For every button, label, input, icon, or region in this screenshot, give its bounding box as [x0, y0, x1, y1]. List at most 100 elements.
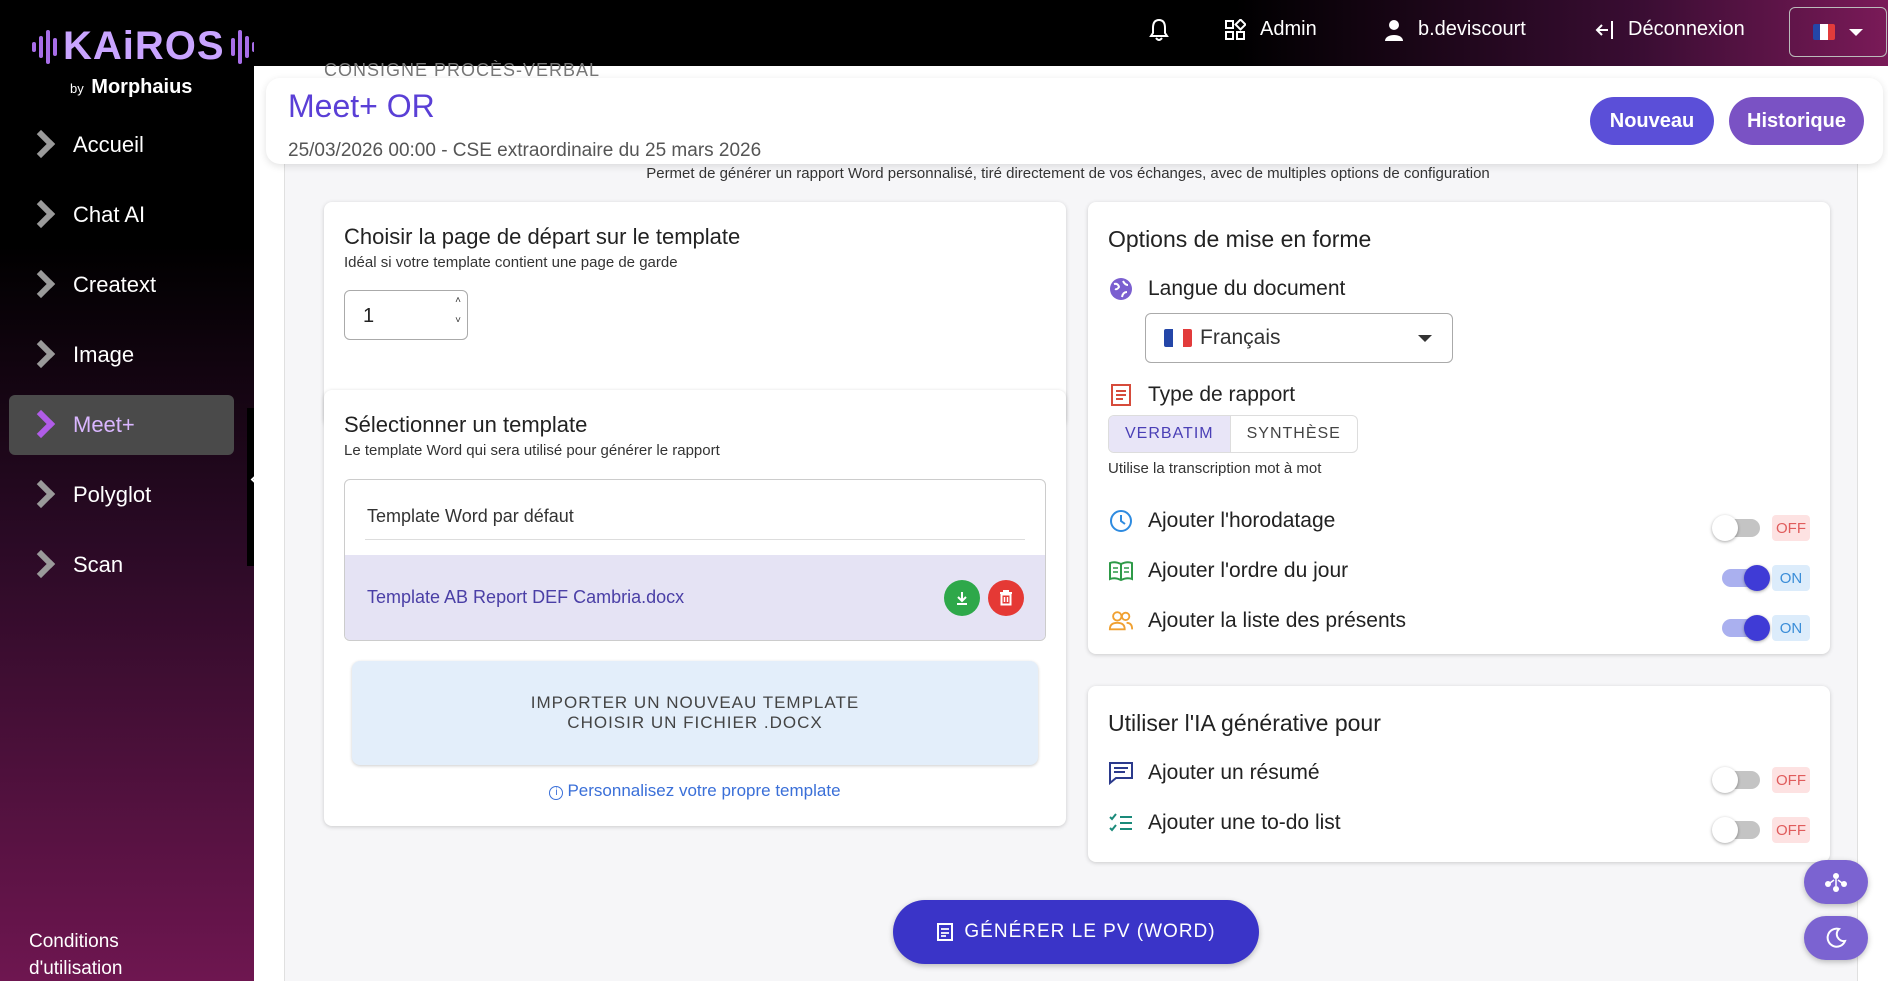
template-subtitle: Le template Word qui sera utilisé pour g…	[344, 442, 720, 459]
ai-options-card: Utiliser l'IA générative pour Ajouter un…	[1088, 686, 1830, 862]
bell-icon	[1149, 18, 1169, 41]
sidebar-item-label: Accueil	[73, 132, 144, 157]
option-label: Ajouter une to-do list	[1148, 811, 1341, 834]
ai-title: Utiliser l'IA générative pour	[1108, 710, 1381, 736]
report-icon	[1108, 382, 1134, 408]
template-item-label: Template Word par défaut	[367, 506, 574, 526]
chevron-right-icon	[29, 342, 53, 368]
sidebar-item-image[interactable]: Image	[9, 325, 234, 385]
trash-icon	[1000, 590, 1012, 606]
formatting-title: Options de mise en forme	[1108, 226, 1372, 252]
status-badge: OFF	[1772, 767, 1810, 793]
french-flag-icon	[1164, 329, 1192, 347]
start-page-subtitle: Idéal si votre template contient une pag…	[344, 254, 678, 271]
document-language-row: Langue du document	[1108, 276, 1345, 302]
toggle-knob	[1744, 615, 1770, 641]
sidebar-item-label: Meet+	[73, 412, 135, 437]
report-type-toggle: VERBATIM SYNTHÈSE	[1108, 415, 1358, 453]
report-type-synthese[interactable]: SYNTHÈSE	[1231, 416, 1357, 452]
download-button[interactable]	[944, 580, 980, 616]
attendees-toggle[interactable]	[1722, 615, 1770, 641]
report-type-label: Type de rapport	[1148, 383, 1296, 406]
language-switcher[interactable]	[1789, 7, 1887, 57]
option-label: Ajouter un résumé	[1148, 761, 1320, 784]
chevron-down-icon	[1849, 28, 1863, 36]
start-page-stepper[interactable]: 1 ˄ ˅	[344, 290, 468, 340]
start-page-value: 1	[363, 305, 375, 327]
summary-toggle[interactable]	[1712, 767, 1760, 793]
template-item-selected[interactable]: Template AB Report DEF Cambria.docx	[345, 555, 1045, 640]
comment-icon	[1108, 760, 1134, 786]
sidebar-item-label: Creatext	[73, 272, 157, 297]
users-network-icon	[1825, 873, 1847, 892]
timestamp-toggle[interactable]	[1712, 515, 1760, 541]
template-card: Sélectionner un template Le template Wor…	[324, 390, 1066, 826]
chevron-right-icon	[29, 412, 53, 438]
todo-toggle[interactable]	[1712, 817, 1760, 843]
brand-subtitle: by Morphaius	[70, 76, 193, 98]
delete-button[interactable]	[988, 580, 1024, 616]
customize-template-link[interactable]: i Personnalisez votre propre template	[324, 781, 1066, 801]
status-badge: OFF	[1772, 515, 1810, 541]
status-badge: OFF	[1772, 817, 1810, 843]
report-type-row: Type de rapport	[1108, 382, 1295, 408]
option-row: Ajouter l'ordre du jour	[1108, 558, 1348, 584]
report-type-verbatim[interactable]: VERBATIM	[1109, 416, 1231, 452]
sidebar-item-polyglot[interactable]: Polyglot	[9, 465, 234, 525]
history-button[interactable]: Historique	[1729, 97, 1864, 145]
french-flag-icon	[1813, 24, 1835, 40]
option-label: Ajouter l'ordre du jour	[1148, 559, 1349, 582]
template-item-default[interactable]: Template Word par défaut	[345, 480, 1045, 555]
import-line-2: CHOISIR UN FICHIER .DOCX	[567, 713, 823, 732]
option-row: Ajouter une to-do list	[1108, 810, 1341, 836]
document-language-value: Français	[1200, 326, 1281, 349]
start-page-title: Choisir la page de départ sur le templat…	[344, 224, 741, 249]
admin-link[interactable]: Admin	[1224, 18, 1317, 41]
logout-button[interactable]: Déconnexion	[1594, 18, 1745, 41]
page-title: Meet+ OR	[288, 88, 435, 124]
sidebar-item-meet-plus[interactable]: Meet+	[9, 395, 234, 455]
people-icon	[1108, 608, 1134, 634]
notifications-button[interactable]	[1149, 18, 1183, 42]
sidebar-item-creatext[interactable]: Creatext	[9, 255, 234, 315]
toggle-knob	[1712, 515, 1738, 541]
clock-icon	[1108, 508, 1134, 534]
toggle-knob	[1744, 565, 1770, 591]
document-language-label: Langue du document	[1148, 277, 1346, 300]
download-icon	[957, 592, 967, 605]
globe-icon	[1108, 276, 1134, 302]
theme-toggle-button[interactable]	[1804, 916, 1868, 960]
kairos-logo[interactable]: KAiROS by Morphaius	[26, 14, 256, 104]
chevron-right-icon	[29, 272, 53, 298]
agenda-toggle[interactable]	[1722, 565, 1770, 591]
import-template-button[interactable]: IMPORTER UN NOUVEAU TEMPLATE CHOISIR UN …	[352, 661, 1038, 765]
chevron-down-icon[interactable]: ˅	[455, 315, 461, 326]
generate-pv-button[interactable]: GÉNÉRER LE PV (WORD)	[893, 900, 1259, 964]
import-line-1: IMPORTER UN NOUVEAU TEMPLATE	[530, 693, 860, 712]
sidebar-item-chat-ai[interactable]: Chat AI	[9, 185, 234, 245]
template-list: Template Word par défaut Template AB Rep…	[344, 479, 1046, 641]
option-row: Ajouter l'horodatage	[1108, 508, 1335, 534]
book-icon	[1108, 558, 1134, 584]
sidebar-item-accueil[interactable]: Accueil	[9, 115, 234, 175]
template-title: Sélectionner un template	[344, 412, 588, 437]
chevron-up-icon[interactable]: ˄	[455, 295, 461, 306]
report-type-hint: Utilise la transcription mot à mot	[1108, 460, 1322, 477]
brand-name: KAiROS	[63, 24, 225, 68]
customize-template-label: Personnalisez votre propre template	[567, 781, 841, 800]
page-description: Permet de générer un rapport Word person…	[646, 165, 1490, 182]
terms-of-use-link[interactable]: Conditions d'utilisation	[29, 928, 122, 981]
user-profile-link[interactable]: b.deviscourt	[1384, 18, 1526, 41]
new-button[interactable]: Nouveau	[1590, 97, 1714, 145]
document-language-select[interactable]: Français	[1145, 313, 1453, 363]
sidebar: KAiROS by Morphaius Accueil Chat AI Crea…	[0, 0, 256, 981]
template-item-label: Template AB Report DEF Cambria.docx	[367, 587, 685, 607]
accessibility-button[interactable]	[1804, 860, 1868, 904]
meeting-subtitle: 25/03/2026 00:00 - CSE extraordinaire du…	[288, 140, 762, 161]
terms-line-2: d'utilisation	[29, 958, 123, 979]
sidebar-item-scan[interactable]: Scan	[9, 535, 234, 595]
logout-label: Déconnexion	[1628, 18, 1745, 40]
chevron-right-icon	[29, 552, 53, 578]
option-row: Ajouter un résumé	[1108, 760, 1320, 786]
soundwave-icon	[230, 27, 256, 67]
